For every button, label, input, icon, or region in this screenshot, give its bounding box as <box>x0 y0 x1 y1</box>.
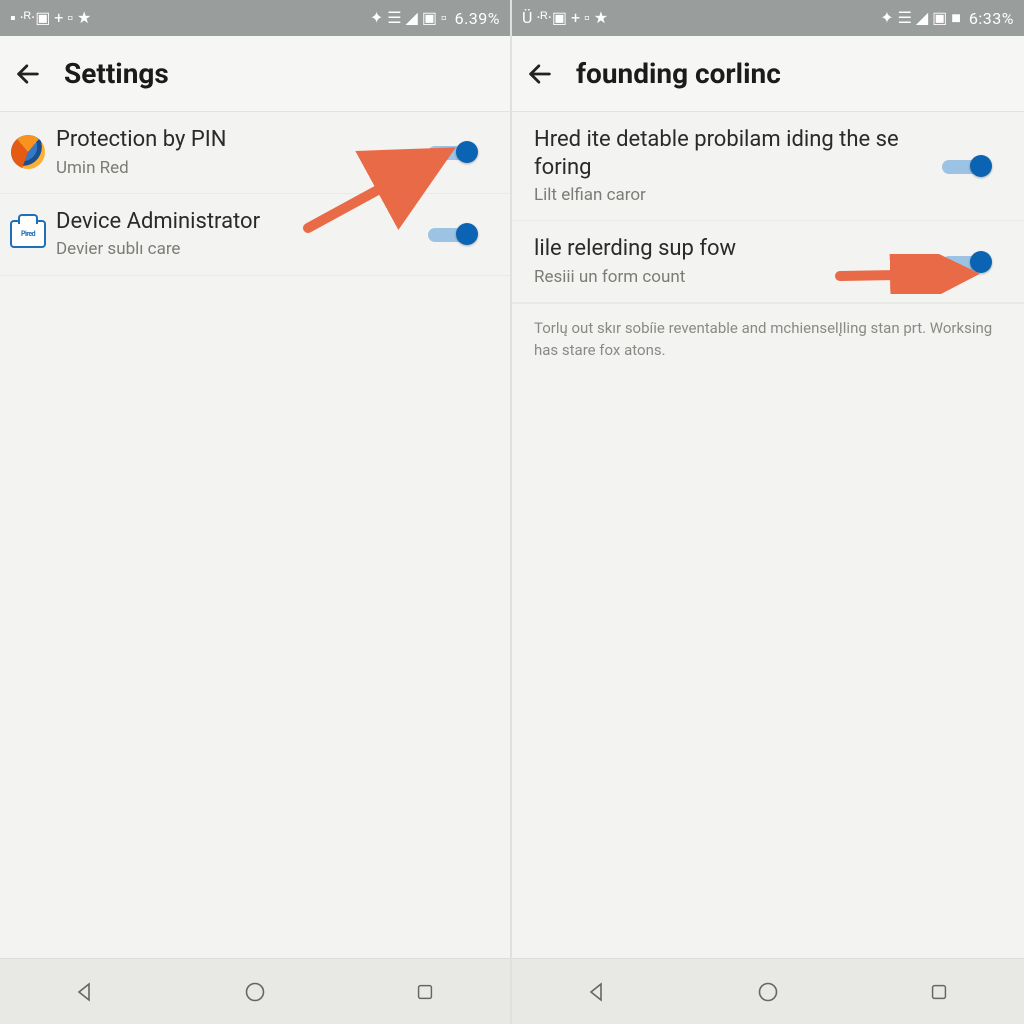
battery-text: 6.39% <box>455 9 500 28</box>
nav-recents[interactable] <box>919 972 959 1012</box>
row-device-administrator[interactable]: Pired Device Administrator Devier sublı … <box>0 194 510 276</box>
navbar-right <box>512 958 1024 1024</box>
phone-right: Ü ·ᴿ·▣ + ▫ ★ ✦ ☰ ◢ ▣ ■ 6:33% founding co… <box>512 0 1024 1024</box>
status-bar-right: Ü ·ᴿ·▣ + ▫ ★ ✦ ☰ ◢ ▣ ■ 6:33% <box>512 0 1024 36</box>
triangle-back-icon <box>73 980 97 1004</box>
back-button[interactable] <box>522 56 558 92</box>
row-relerding-sup-fow[interactable]: lile relerding sup fow Resiii un form co… <box>512 221 1024 303</box>
appbar-left: Settings <box>0 36 510 112</box>
battery-text: 6:33% <box>969 9 1014 28</box>
status-left-glyphs: ▪ ·ᴿ·▣ + ▫ ★ <box>10 8 91 28</box>
page-title: founding corlinc <box>576 57 781 90</box>
nav-back[interactable] <box>65 972 105 1012</box>
circle-home-icon <box>243 980 267 1004</box>
appbar-right: founding corlinc <box>512 36 1024 112</box>
row-protection-by-pin[interactable]: Protection by PIN Umin Red <box>0 112 510 194</box>
status-right-glyphs: ✦ ☰ ◢ ▣ ▫ <box>370 8 447 28</box>
row-subtitle: Umin Red <box>56 158 424 179</box>
navbar-left <box>0 958 510 1024</box>
footer-note: Torlų out skır sobíie reventable and mch… <box>512 303 1024 376</box>
status-right-glyphs: ✦ ☰ ◢ ▣ ■ <box>880 8 961 28</box>
row-title: Protection by PIN <box>56 126 424 154</box>
toggle-detable-probilam[interactable] <box>942 155 990 177</box>
nav-home[interactable] <box>235 972 275 1012</box>
status-bar-left: ▪ ·ᴿ·▣ + ▫ ★ ✦ ☰ ◢ ▣ ▫ 6.39% <box>0 0 510 36</box>
row-subtitle: Resiii un form count <box>534 267 938 288</box>
back-button[interactable] <box>10 56 46 92</box>
square-recents-icon <box>414 981 436 1003</box>
toggle-relerding-sup-fow[interactable] <box>942 251 990 273</box>
settings-list-right: Hred ite detable probilam iding the se f… <box>512 112 1024 958</box>
circle-home-icon <box>756 980 780 1004</box>
nav-back[interactable] <box>577 972 617 1012</box>
square-recents-icon <box>928 981 950 1003</box>
row-title: lile relerding sup fow <box>534 235 938 263</box>
phone-left: ▪ ·ᴿ·▣ + ▫ ★ ✦ ☰ ◢ ▣ ▫ 6.39% Settings Pr… <box>0 0 512 1024</box>
row-title: Device Administrator <box>56 208 424 236</box>
arrow-back-icon <box>526 60 554 88</box>
device-admin-icon: Pired <box>0 220 56 248</box>
toggle-device-administrator[interactable] <box>428 223 476 245</box>
nav-recents[interactable] <box>405 972 445 1012</box>
triangle-back-icon <box>585 980 609 1004</box>
page-title: Settings <box>64 57 169 90</box>
status-left-glyphs: Ü ·ᴿ·▣ + ▫ ★ <box>522 8 608 28</box>
row-subtitle: Lilt elfian caror <box>534 185 938 206</box>
arrow-back-icon <box>14 60 42 88</box>
row-subtitle: Devier sublı care <box>56 239 424 260</box>
toggle-protection-by-pin[interactable] <box>428 141 476 163</box>
firefox-icon <box>0 135 56 169</box>
row-detable-probilam[interactable]: Hred ite detable probilam iding the se f… <box>512 112 1024 221</box>
settings-list-left: Protection by PIN Umin Red Pired Device … <box>0 112 510 958</box>
nav-home[interactable] <box>748 972 788 1012</box>
row-title: Hred ite detable probilam iding the se f… <box>534 126 938 181</box>
